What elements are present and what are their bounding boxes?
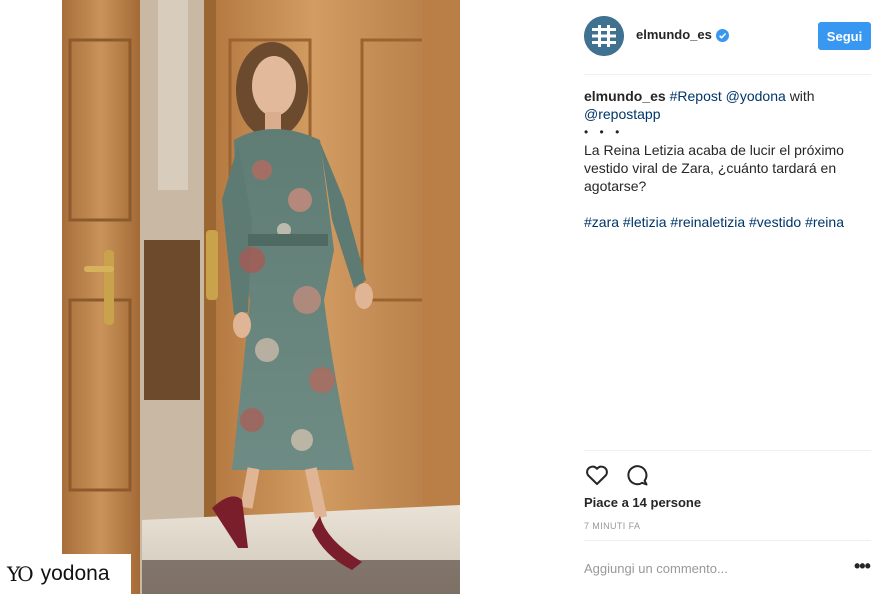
caption-dots: • • • <box>584 125 624 139</box>
comment-row: ••• <box>584 556 874 582</box>
post-caption: elmundo_es #Repost @yodona with @reposta… <box>584 87 864 231</box>
comment-divider <box>584 540 871 541</box>
yodona-logo: YO <box>7 562 34 586</box>
photo-illustration <box>62 0 460 594</box>
caption-first-line: elmundo_es #Repost @yodona with @reposta… <box>584 87 864 123</box>
caption-body: La Reina Letizia acaba de lucir el próxi… <box>584 142 844 194</box>
follow-button[interactable]: Segui <box>818 22 871 50</box>
post-timestamp: 7 MINUTI FA <box>584 521 641 531</box>
header-divider <box>584 74 871 75</box>
comment-input[interactable] <box>584 556 834 580</box>
comment-bubble-icon[interactable] <box>624 462 650 488</box>
avatar-logo-icon <box>584 16 624 56</box>
more-options-button[interactable]: ••• <box>854 556 871 576</box>
post-header: elmundo_es Segui <box>584 16 874 56</box>
watermark: YO yodona <box>0 554 131 594</box>
avatar[interactable] <box>584 16 624 56</box>
likes-count[interactable]: Piace a 14 persone <box>584 495 701 510</box>
mention-repostapp[interactable]: @repostapp <box>584 106 660 122</box>
mention-yodona[interactable]: @yodona <box>726 88 786 104</box>
caption-username[interactable]: elmundo_es <box>584 88 666 104</box>
caption-hashtags: #zara #letizia #reinaletizia #vestido #r… <box>584 213 864 231</box>
hashtag[interactable]: #letizia <box>623 214 667 230</box>
hashtag[interactable]: #reina <box>805 214 844 230</box>
post-photo[interactable] <box>62 0 460 594</box>
repost-hashtag[interactable]: #Repost <box>670 88 722 104</box>
hashtag[interactable]: #zara <box>584 214 619 230</box>
verified-badge-icon <box>716 29 729 42</box>
heart-icon[interactable] <box>584 462 610 488</box>
hashtag[interactable]: #reinaletizia <box>670 214 745 230</box>
caption-with-text: with <box>789 88 815 104</box>
hashtag[interactable]: #vestido <box>749 214 801 230</box>
header-username[interactable]: elmundo_es <box>636 27 712 42</box>
post-side-panel: elmundo_es Segui elmundo_es #Repost @yod… <box>584 0 874 594</box>
watermark-text: yodona <box>40 562 110 585</box>
actions-divider <box>584 450 871 451</box>
post-actions <box>584 462 664 488</box>
